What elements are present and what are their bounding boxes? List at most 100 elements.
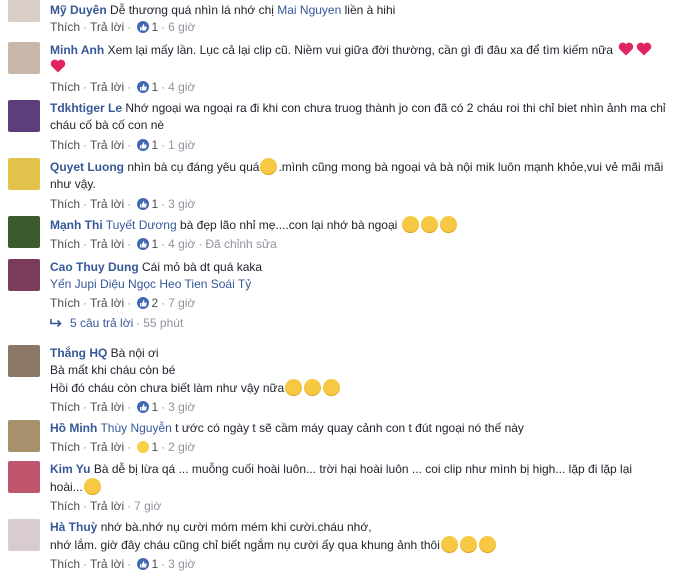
- tired-emoji-icon: [440, 536, 458, 553]
- avatar[interactable]: [8, 345, 40, 377]
- reply-link[interactable]: Trả lời: [90, 138, 124, 152]
- like-link[interactable]: Thích: [50, 20, 80, 34]
- reply-link[interactable]: Trả lời: [90, 80, 124, 94]
- reply-link[interactable]: Trả lời: [90, 20, 124, 34]
- sad-emoji-icon: [401, 216, 419, 233]
- thumbs-up-icon: [137, 238, 150, 250]
- comment-text: nhớ bà.nhớ nụ cười móm mém khi cười.cháu…: [100, 520, 372, 534]
- reply-link[interactable]: Trả lời: [90, 197, 124, 211]
- like-count[interactable]: 1: [149, 138, 158, 152]
- like-link[interactable]: Thích: [50, 440, 80, 454]
- avatar[interactable]: [8, 158, 40, 190]
- like-count[interactable]: 1: [149, 80, 158, 94]
- commenter-name[interactable]: Quyet Luong: [50, 160, 124, 174]
- comment-text: nhìn bà cụ đáng yêu quá: [127, 160, 260, 174]
- commenter-name[interactable]: Minh Anh: [50, 43, 104, 57]
- comment-text-line2: Bà mất khi cháu còn bé: [50, 363, 176, 377]
- mention-link[interactable]: Yến Jupi Diệu Ngọc Heo Tien Soái Tỷ: [50, 277, 251, 291]
- replies-count-link[interactable]: 5 câu trả lời: [70, 316, 133, 330]
- thumbs-up-icon: [137, 297, 150, 309]
- comment-text: bà đẹp lão nhỉ mẹ....con lại nhớ bà ngoạ…: [176, 218, 398, 232]
- avatar[interactable]: [8, 216, 40, 248]
- thumbs-up-icon: [137, 139, 150, 151]
- timestamp[interactable]: 2 giờ: [168, 440, 195, 454]
- avatar[interactable]: [8, 461, 40, 493]
- reply-arrow-icon: [50, 319, 62, 328]
- reply-link[interactable]: Trả lời: [90, 400, 124, 414]
- commenter-name[interactable]: Tdkhtiger Le: [50, 101, 122, 115]
- crying-emoji-icon: [304, 379, 322, 396]
- reply-link[interactable]: Trả lời: [90, 296, 124, 310]
- timestamp[interactable]: 7 giờ: [168, 296, 195, 310]
- like-link[interactable]: Thích: [50, 237, 80, 251]
- avatar[interactable]: [8, 519, 40, 551]
- commenter-name[interactable]: Mỹ Duyên: [50, 3, 107, 17]
- thumbs-up-icon: [137, 81, 150, 93]
- crying-emoji-icon: [323, 379, 341, 396]
- like-link[interactable]: Thích: [50, 557, 80, 571]
- heart-icon: [619, 42, 634, 56]
- heart-icon: [637, 42, 652, 56]
- laughing-emoji-icon: [83, 478, 101, 495]
- timestamp[interactable]: 4 giờ: [168, 237, 195, 251]
- commenter-name[interactable]: Kim Yu: [50, 462, 90, 476]
- like-link[interactable]: Thích: [50, 197, 80, 211]
- crying-emoji-icon: [285, 379, 303, 396]
- view-replies[interactable]: 5 câu trả lời · 55 phút: [50, 316, 183, 330]
- reply-link[interactable]: Trả lời: [90, 237, 124, 251]
- tired-emoji-icon: [459, 536, 477, 553]
- reply-link[interactable]: Trả lời: [90, 440, 124, 454]
- reply-link[interactable]: Trả lời: [90, 557, 124, 571]
- like-link[interactable]: Thích: [50, 138, 80, 152]
- like-link[interactable]: Thích: [50, 499, 80, 513]
- thumbs-up-icon: [137, 21, 150, 33]
- mention-link[interactable]: Mai Nguyen: [277, 3, 341, 17]
- like-count[interactable]: 1: [149, 197, 158, 211]
- comment-text: Bà nội ơi: [110, 346, 159, 360]
- commenter-name[interactable]: Cao Thuy Dung: [50, 260, 139, 274]
- avatar[interactable]: [8, 100, 40, 132]
- like-count[interactable]: 1: [149, 440, 158, 454]
- timestamp[interactable]: 7 giờ: [134, 499, 161, 513]
- avatar[interactable]: [8, 259, 40, 291]
- like-count[interactable]: 2: [149, 296, 158, 310]
- like-count[interactable]: 1: [149, 237, 158, 251]
- thumbs-up-icon: [137, 401, 150, 413]
- comment-text: Xem lại mấy lần. Lục cả lại clip cũ. Niề…: [107, 43, 613, 57]
- mention-link[interactable]: Tuyết Dương: [106, 218, 177, 232]
- reply-link[interactable]: Trả lời: [90, 499, 124, 513]
- comment-text: Nhớ ngoại wa ngoại ra đi khi con chưa tr…: [50, 101, 666, 132]
- tired-emoji-icon: [478, 536, 496, 553]
- thumbs-up-icon: [137, 558, 150, 570]
- like-count[interactable]: 1: [149, 557, 158, 571]
- sad-emoji-icon: [439, 216, 457, 233]
- commenter-name[interactable]: Thắng HQ: [50, 346, 107, 360]
- thumbs-up-icon: [137, 198, 150, 210]
- avatar[interactable]: [8, 420, 40, 452]
- timestamp[interactable]: 3 giờ: [168, 197, 195, 211]
- comment-text: Dễ thương quá nhìn lá nhớ chị: [110, 3, 278, 17]
- like-link[interactable]: Thích: [50, 80, 80, 94]
- commenter-name[interactable]: Hà Thuỳ: [50, 520, 97, 534]
- like-count[interactable]: 1: [149, 400, 158, 414]
- avatar[interactable]: [8, 42, 40, 74]
- comment-text-tail: liền à hihi: [341, 3, 396, 17]
- like-link[interactable]: Thích: [50, 296, 80, 310]
- smile-emoji-icon: [260, 158, 278, 175]
- timestamp[interactable]: 4 giờ: [168, 80, 195, 94]
- timestamp[interactable]: 1 giờ: [168, 138, 195, 152]
- timestamp[interactable]: 3 giờ: [168, 557, 195, 571]
- mention-link[interactable]: Thùy Nguyễn: [100, 421, 171, 435]
- commenter-name[interactable]: Mạnh Thi: [50, 218, 103, 232]
- like-link[interactable]: Thích: [50, 400, 80, 414]
- edited-label[interactable]: Đã chỉnh sửa: [205, 237, 276, 251]
- like-count[interactable]: 1: [149, 20, 158, 34]
- timestamp[interactable]: 3 giờ: [168, 400, 195, 414]
- sad-emoji-icon: [420, 216, 438, 233]
- avatar[interactable]: [8, 0, 40, 22]
- heart-icon: [50, 59, 66, 73]
- comment-text-line3: Hồi đó cháu còn chưa biết làm như vậy nữ…: [50, 381, 285, 395]
- commenter-name[interactable]: Hồ Minh: [50, 421, 97, 435]
- replies-time[interactable]: 55 phút: [143, 316, 183, 330]
- timestamp[interactable]: 6 giờ: [168, 20, 195, 34]
